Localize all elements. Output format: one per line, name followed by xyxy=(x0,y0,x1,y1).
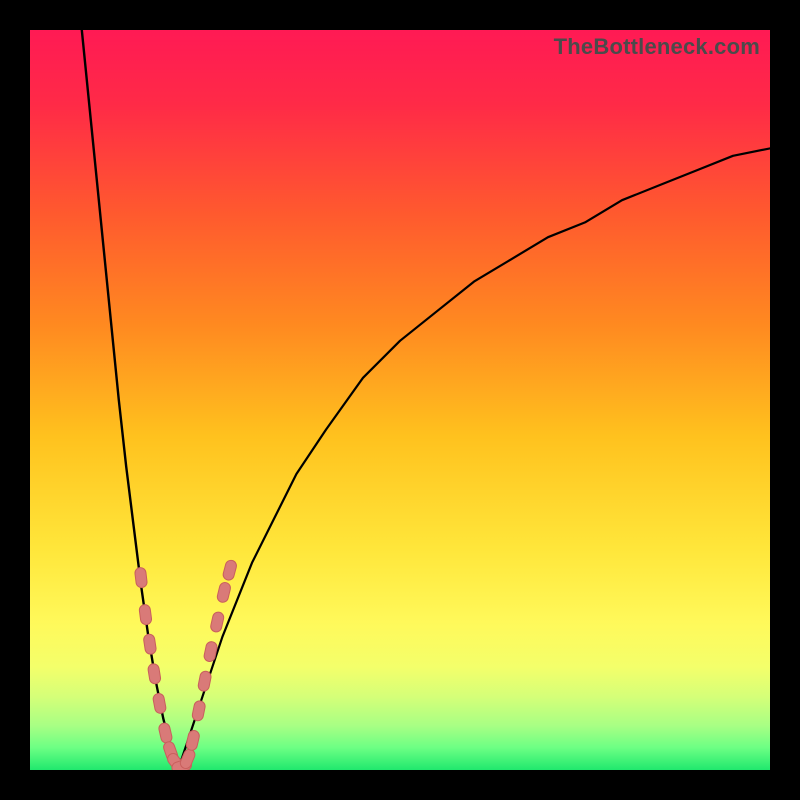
valley-marker xyxy=(191,700,206,722)
valley-marker xyxy=(147,663,161,685)
curve-right-branch xyxy=(178,148,770,770)
watermark-text: TheBottleneck.com xyxy=(554,34,760,60)
valley-marker xyxy=(185,729,200,751)
valley-marker xyxy=(158,722,173,744)
valley-marker xyxy=(139,604,153,625)
valley-marker xyxy=(222,559,238,581)
valley-marker xyxy=(210,611,225,633)
curve-left-branch xyxy=(82,30,178,770)
valley-marker xyxy=(134,567,147,588)
valley-marker xyxy=(179,748,197,770)
chart-frame: TheBottleneck.com xyxy=(0,0,800,800)
plot-area: TheBottleneck.com xyxy=(30,30,770,770)
valley-marker xyxy=(143,633,157,654)
curve-layer xyxy=(30,30,770,770)
valley-markers xyxy=(134,559,237,770)
valley-marker xyxy=(216,581,231,603)
valley-marker xyxy=(197,670,212,692)
valley-marker xyxy=(152,693,166,715)
